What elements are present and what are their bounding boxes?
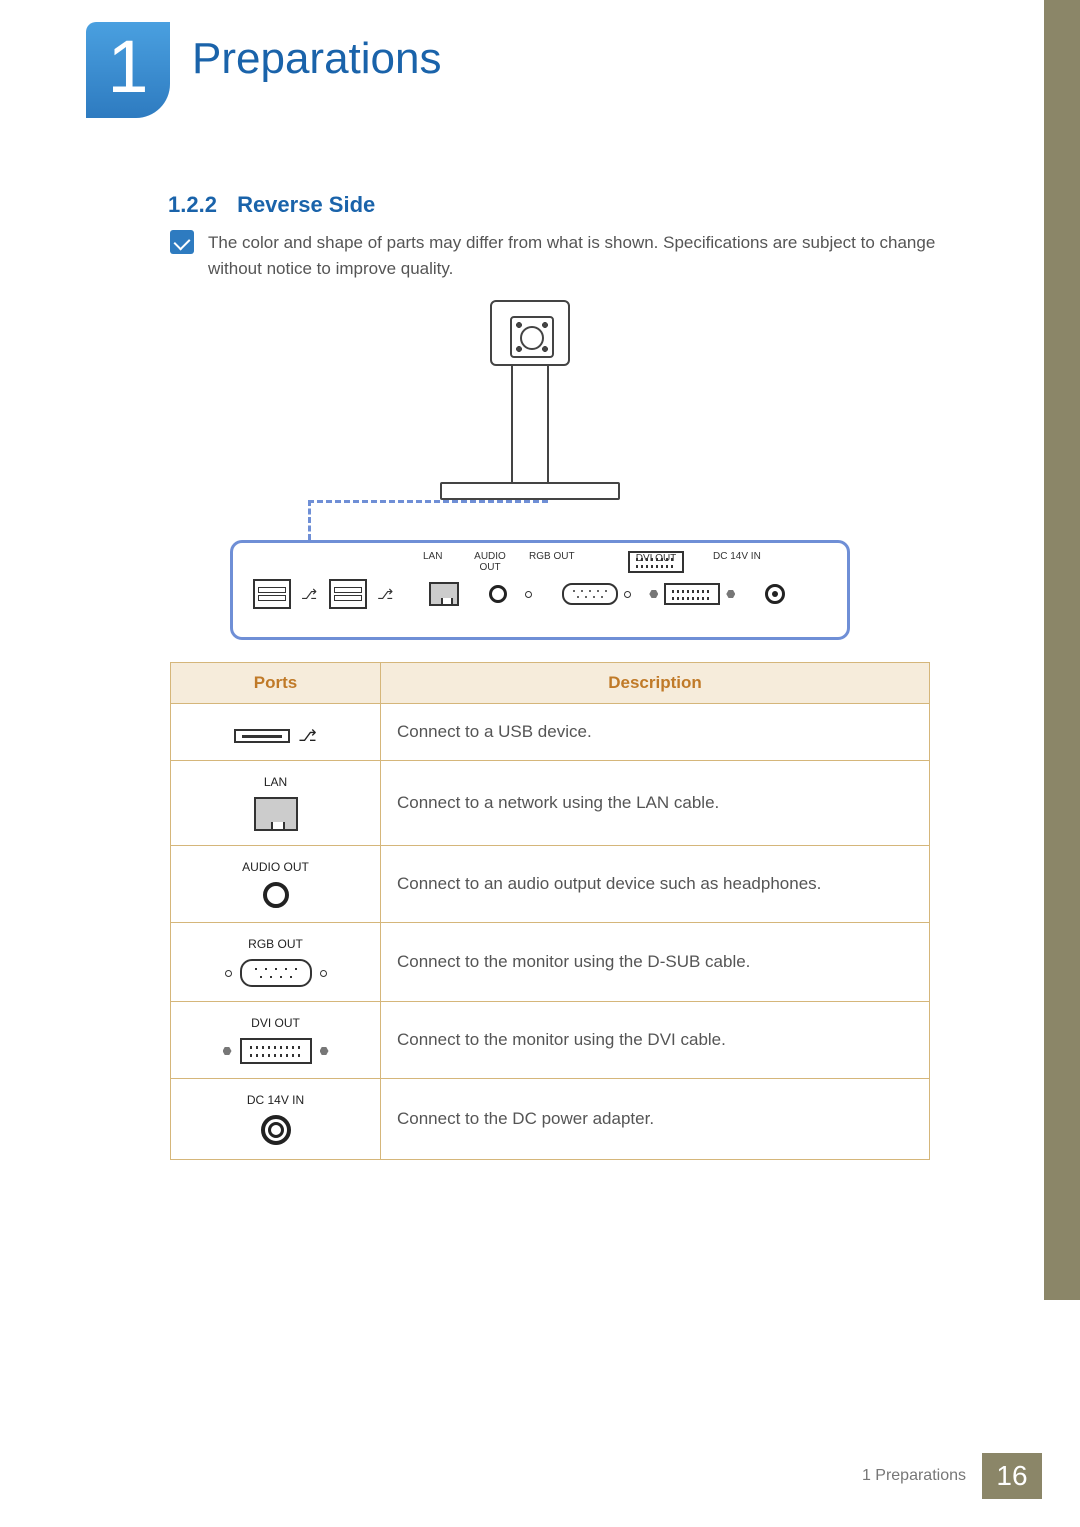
note-icon (170, 230, 194, 254)
port-label: RGB OUT (187, 937, 364, 951)
usb-port-icon (253, 579, 291, 609)
dvi-out-icon (649, 583, 735, 605)
chapter-badge: 1 (86, 22, 170, 118)
usb-port-icon: ⎇ (234, 726, 316, 746)
table-row: AUDIO OUT Connect to an audio output dev… (171, 846, 930, 923)
usb-port-group: ⎇ (253, 579, 317, 609)
connector-dashed-line (308, 500, 548, 503)
port-description: Connect to an audio output device such a… (381, 846, 930, 923)
panel-label-dvi: DVI OUT (628, 551, 684, 573)
page-footer: 1 Preparations 16 (846, 1453, 1042, 1499)
port-label: AUDIO OUT (187, 860, 364, 874)
subsection-heading: 1.2.2 Reverse Side (168, 192, 375, 218)
monitor-stem-icon (511, 366, 549, 484)
lan-port-icon (429, 582, 459, 606)
subsection-title: Reverse Side (237, 192, 375, 217)
port-description: Connect to a USB device. (381, 704, 930, 761)
audio-out-icon (263, 882, 289, 908)
rgb-out-icon (525, 583, 631, 605)
subsection-number: 1.2.2 (168, 192, 217, 217)
usb-symbol-icon: ⎇ (301, 586, 317, 603)
table-row: LAN Connect to a network using the LAN c… (171, 761, 930, 846)
ports-table: Ports Description ⎇ Connect to a USB dev… (170, 662, 930, 1160)
port-description: Connect to a network using the LAN cable… (381, 761, 930, 846)
dc-in-icon (765, 584, 785, 604)
panel-label-audio: AUDIO OUT (473, 551, 507, 573)
monitor-base-icon (440, 482, 620, 500)
port-description: Connect to the DC power adapter. (381, 1079, 930, 1160)
usb-symbol-icon: ⎇ (377, 586, 393, 603)
port-description: Connect to the monitor using the DVI cab… (381, 1002, 930, 1079)
panel-label-rgb: RGB OUT (529, 551, 575, 562)
usb-port-group: ⎇ (329, 579, 393, 609)
footer-breadcrumb: 1 Preparations (846, 1453, 982, 1499)
lan-port-icon (254, 797, 298, 831)
port-label: LAN (187, 775, 364, 789)
rgb-out-icon (187, 959, 364, 987)
side-band (1044, 0, 1080, 1300)
panel-label-dc: DC 14V IN (713, 551, 761, 562)
note-row: The color and shape of parts may differ … (170, 230, 980, 283)
audio-out-icon (489, 585, 507, 603)
monitor-mount-icon (490, 300, 570, 366)
panel-label-lan: LAN (423, 551, 442, 562)
port-label: DC 14V IN (187, 1093, 364, 1107)
port-label: DVI OUT (187, 1016, 364, 1030)
dvi-out-icon (187, 1038, 364, 1064)
port-description: Connect to the monitor using the D-SUB c… (381, 923, 930, 1002)
reverse-side-diagram: LAN AUDIO OUT RGB OUT DVI OUT DC 14V IN … (230, 300, 850, 650)
description-header: Description (381, 663, 930, 704)
table-row: DVI OUT Connect to the monitor using the… (171, 1002, 930, 1079)
connector-dashed-down (308, 500, 311, 540)
table-row: RGB OUT Connect to the monitor using the… (171, 923, 930, 1002)
note-text: The color and shape of parts may differ … (208, 230, 980, 283)
chapter-title: Preparations (192, 34, 441, 84)
usb-port-icon (329, 579, 367, 609)
port-panel: LAN AUDIO OUT RGB OUT DVI OUT DC 14V IN … (230, 540, 850, 640)
table-row: DC 14V IN Connect to the DC power adapte… (171, 1079, 930, 1160)
dc-in-icon (261, 1115, 291, 1145)
table-row: ⎇ Connect to a USB device. (171, 704, 930, 761)
page-number: 16 (982, 1453, 1042, 1499)
ports-header: Ports (171, 663, 381, 704)
